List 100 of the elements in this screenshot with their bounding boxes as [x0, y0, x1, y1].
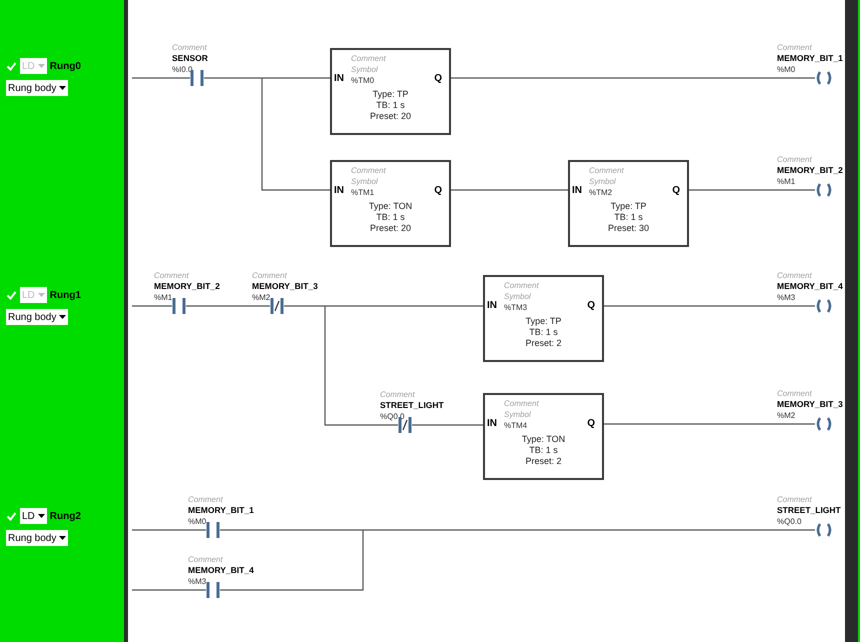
comment-label: Comment — [777, 270, 813, 281]
contact-icon[interactable] — [206, 582, 220, 598]
output-pin-label: Q — [434, 72, 442, 86]
coil-icon[interactable] — [815, 523, 833, 537]
address-label: %Q0.0 — [380, 411, 406, 422]
coil-icon[interactable] — [815, 299, 833, 313]
comment-label: Comment — [252, 270, 288, 281]
time-base: TB: 1 s — [376, 212, 405, 223]
time-base: TB: 1 s — [376, 100, 405, 111]
address-label: %M3 — [777, 292, 796, 303]
timer-block[interactable]: IN Q Comment Symbol %TM0 Type: TP TB: 1 s Preset: 20 — [330, 48, 451, 135]
timer-block[interactable]: IN Q Comment Symbol %TM1 Type: TON TB: 1 s Preset: 20 — [330, 160, 451, 247]
address-label: %M2 — [777, 410, 796, 421]
address-label: %M1 — [777, 176, 796, 187]
address-label: %M1 — [154, 292, 174, 303]
variable-name: STREET_LIGHT — [380, 400, 444, 411]
variable-name: MEMORY_BIT_2 — [777, 165, 843, 176]
timer-block[interactable]: IN Q Comment Symbol %TM2 Type: TP TB: 1 s Preset: 30 — [568, 160, 689, 247]
rung-title: Rung1 — [50, 288, 81, 302]
comment-label: Comment — [351, 165, 386, 176]
symbol-label: Symbol — [504, 291, 532, 302]
variable-name: MEMORY_BIT_2 — [154, 281, 220, 292]
coil-icon[interactable] — [815, 71, 833, 85]
address-label: %TM1 — [351, 187, 376, 198]
comment-label: Comment — [188, 554, 224, 565]
comment-label: Comment — [777, 494, 813, 505]
symbol-label: Symbol — [589, 176, 617, 187]
comment-label: Comment — [777, 154, 813, 165]
section-dropdown[interactable]: Rung body — [6, 530, 68, 546]
address-label: %TM2 — [589, 187, 614, 198]
time-base: TB: 1 s — [529, 445, 558, 456]
rung-title: Rung0 — [50, 60, 81, 74]
input-pin-label: IN — [487, 299, 497, 313]
wire — [132, 305, 172, 307]
section-dropdown[interactable]: Rung body — [6, 309, 68, 325]
symbol-label: Symbol — [351, 176, 379, 187]
rung-title: Rung2 — [50, 510, 81, 524]
coil-icon[interactable] — [815, 417, 833, 431]
preset-value: Preset: 2 — [525, 338, 562, 349]
output-pin-label: Q — [672, 184, 680, 198]
wire — [412, 424, 483, 426]
timer-block[interactable]: IN Q Comment Symbol %TM3 Type: TP TB: 1 s Preset: 2 — [483, 275, 604, 362]
symbol-label: Symbol — [351, 64, 379, 75]
variable-name: MEMORY_BIT_3 — [777, 399, 843, 410]
address-label: %TM3 — [504, 302, 528, 313]
comment-label: Comment — [351, 53, 386, 64]
variable-name: MEMORY_BIT_3 — [252, 281, 318, 292]
time-base: TB: 1 s — [614, 212, 643, 223]
preset-value: Preset: 30 — [608, 223, 650, 234]
caret-icon — [38, 514, 45, 518]
caret-icon — [59, 315, 66, 319]
input-pin-label: IN — [334, 184, 344, 198]
caret-icon — [59, 86, 66, 90]
variable-name: MEMORY_BIT_4 — [188, 565, 254, 576]
timer-type: Type: TP — [610, 201, 646, 212]
variable-name: STREET_LIGHT — [777, 505, 841, 516]
comment-label: Comment — [380, 389, 416, 400]
timer-type: Type: TP — [526, 316, 562, 327]
comment-label: Comment — [504, 280, 539, 291]
preset-value: Preset: 20 — [370, 111, 412, 122]
language-dropdown[interactable]: LD — [20, 508, 47, 524]
wire — [132, 77, 190, 79]
address-label: %M2 — [252, 292, 272, 303]
address-label: %M0 — [188, 516, 208, 527]
comment-label: Comment — [777, 42, 813, 53]
input-pin-label: IN — [572, 184, 582, 198]
caret-icon — [38, 293, 45, 297]
comment-label: Comment — [154, 270, 190, 281]
timer-block[interactable]: IN Q Comment Symbol %TM4 Type: TON TB: 1 s Preset: 2 — [483, 393, 604, 480]
preset-value: Preset: 2 — [525, 456, 562, 467]
preset-value: Preset: 20 — [370, 223, 412, 234]
address-label: %M3 — [188, 576, 208, 587]
time-base: TB: 1 s — [529, 327, 558, 338]
comment-label: Comment — [589, 165, 624, 176]
timer-type: Type: TON — [368, 201, 412, 212]
comment-label: Comment — [777, 388, 813, 399]
normally-closed-contact-icon[interactable] — [270, 298, 284, 314]
address-label: %M0 — [777, 64, 796, 75]
symbol-label: Symbol — [504, 409, 532, 420]
variable-name: MEMORY_BIT_1 — [777, 53, 843, 64]
section-dropdown[interactable]: Rung body — [6, 80, 68, 96]
address-label: %Q0.0 — [777, 516, 802, 527]
contact-icon[interactable] — [172, 298, 186, 314]
timer-type: Type: TP — [372, 89, 408, 100]
contact-icon[interactable] — [206, 522, 220, 538]
variable-name: MEMORY_BIT_1 — [188, 505, 254, 516]
caret-icon — [59, 536, 66, 540]
variable-name: SENSOR — [172, 53, 208, 64]
variable-name: MEMORY_BIT_4 — [777, 281, 843, 292]
output-pin-label: Q — [587, 299, 595, 313]
output-pin-label: Q — [587, 417, 595, 431]
comment-label: Comment — [172, 42, 208, 53]
address-label: %TM4 — [504, 420, 528, 431]
comment-label: Comment — [504, 398, 539, 409]
timer-type: Type: TON — [522, 434, 566, 445]
comment-label: Comment — [188, 494, 224, 505]
coil-icon[interactable] — [815, 183, 833, 197]
address-label: %I0.0 — [172, 64, 194, 75]
input-pin-label: IN — [487, 417, 497, 431]
address-label: %TM0 — [351, 75, 376, 86]
